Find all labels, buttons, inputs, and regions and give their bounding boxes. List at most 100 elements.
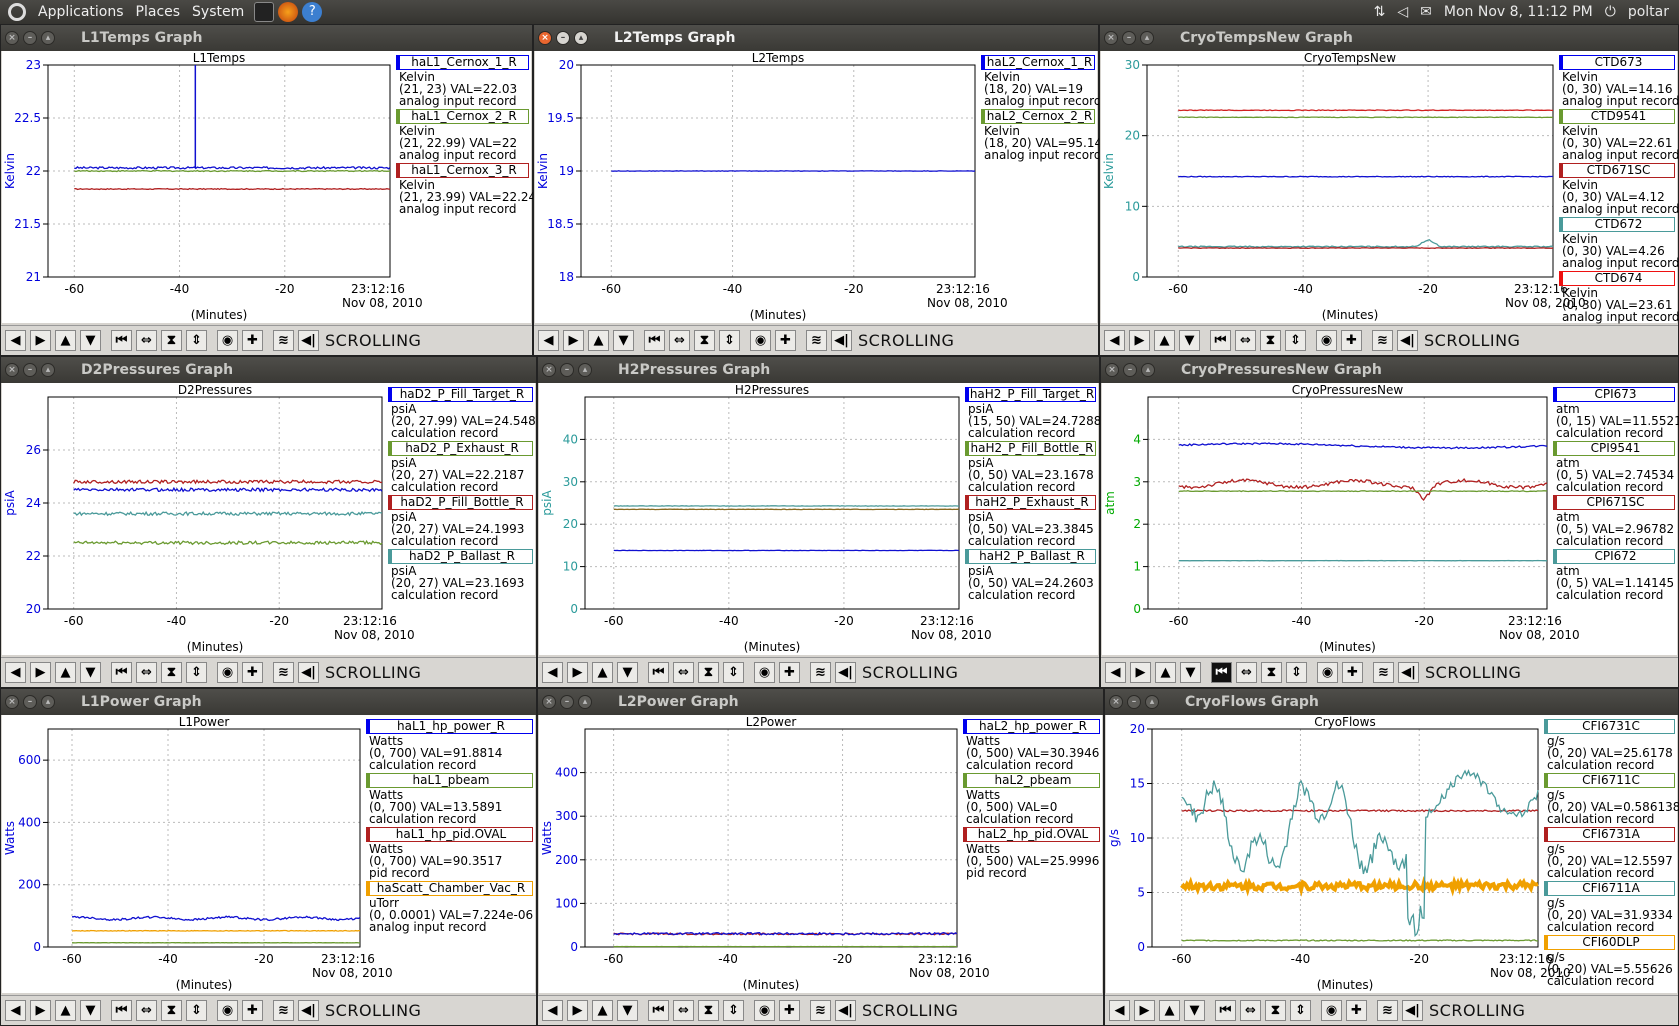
legend-entry[interactable]: CFI6731A g/s (0, 20) VAL=12.5597 calculatio… xyxy=(1544,827,1675,879)
legend-pv-name[interactable]: CFI6731A xyxy=(1544,827,1675,842)
window-titlebar[interactable]: × – ▴ L1Power Graph xyxy=(1,689,536,715)
pan-down-icon[interactable]: ▼ xyxy=(617,1000,638,1021)
wave-icon[interactable]: ≋ xyxy=(273,662,294,683)
wave-icon[interactable]: ≋ xyxy=(273,330,294,351)
maximize-icon[interactable]: ▴ xyxy=(574,31,588,45)
scrolling-mode-label[interactable]: SCROLLING xyxy=(1425,663,1521,682)
close-icon[interactable]: × xyxy=(542,695,556,709)
graph-window[interactable]: × – ▴ L1Power Graph -60 -40 -20 0 200 400 600 L… xyxy=(0,688,537,1026)
close-icon[interactable]: × xyxy=(1109,695,1123,709)
zoom-x-in-icon[interactable]: ⏮ xyxy=(111,662,132,683)
pan-up-icon[interactable]: ▲ xyxy=(588,330,609,351)
zoom-x-out-icon[interactable]: ⇔ xyxy=(136,1000,157,1021)
close-icon[interactable]: × xyxy=(5,363,19,377)
zoom-x-out-icon[interactable]: ⇔ xyxy=(1235,330,1256,351)
autoscale-icon[interactable]: ◉ xyxy=(217,330,238,351)
pan-right-icon[interactable]: ▶ xyxy=(563,330,584,351)
maximize-icon[interactable]: ▴ xyxy=(1141,363,1155,377)
pan-left-icon[interactable]: ◀ xyxy=(5,1000,26,1021)
zoom-y-out-icon[interactable]: ⇕ xyxy=(1290,1000,1311,1021)
legend-entry[interactable]: CPI672 atm (0, 5) VAL=1.14145 calculation r… xyxy=(1553,549,1675,601)
scrolling-mode-label[interactable]: SCROLLING xyxy=(862,663,958,682)
legend-pv-name[interactable]: haL2_hp_power_R xyxy=(963,719,1100,734)
help-icon[interactable]: ? xyxy=(302,2,323,22)
legend-pv-name[interactable]: haH2_P_Ballast_R xyxy=(965,549,1096,564)
zoom-y-in-icon[interactable]: ⧗ xyxy=(161,1000,182,1021)
legend-pv-name[interactable]: CTD9541 xyxy=(1559,109,1675,124)
zoom-x-out-icon[interactable]: ⇔ xyxy=(1240,1000,1261,1021)
minimize-icon[interactable]: – xyxy=(556,31,570,45)
pan-left-icon[interactable]: ◀ xyxy=(5,330,26,351)
pan-left-icon[interactable]: ◀ xyxy=(1104,330,1125,351)
zoom-y-out-icon[interactable]: ⇕ xyxy=(1285,330,1306,351)
wave-icon[interactable]: ≋ xyxy=(273,1000,294,1021)
scrolling-mode-label[interactable]: SCROLLING xyxy=(325,331,421,350)
minimize-icon[interactable]: – xyxy=(560,363,574,377)
legend-entry[interactable]: haL2_Cernox_2_R Kelvin (18, 20) VAL=95.14 a… xyxy=(981,109,1102,161)
pan-right-icon[interactable]: ▶ xyxy=(1130,662,1151,683)
autoscale-icon[interactable]: ◉ xyxy=(754,662,775,683)
wave-icon[interactable]: ≋ xyxy=(1373,662,1394,683)
menu-applications[interactable]: Applications xyxy=(32,4,130,20)
autoscale-icon[interactable]: ◉ xyxy=(1321,1000,1342,1021)
zoom-y-out-icon[interactable]: ⇕ xyxy=(723,1000,744,1021)
legend-entry[interactable]: CFI60DLP g/s (0, 20) VAL=5.55626 calculatio… xyxy=(1544,935,1675,987)
legend-entry[interactable]: haH2_P_Ballast_R psiA (0, 50) VAL=24.2603 c… xyxy=(965,549,1096,601)
zoom-x-in-icon[interactable]: ⏮ xyxy=(644,330,665,351)
legend-entry[interactable]: haD2_P_Exhaust_R psiA (20, 27) VAL=22.2187… xyxy=(388,441,533,493)
zoom-x-out-icon[interactable]: ⇔ xyxy=(136,662,157,683)
pan-up-icon[interactable]: ▲ xyxy=(1159,1000,1180,1021)
maximize-icon[interactable]: ▴ xyxy=(1145,695,1159,709)
minimize-icon[interactable]: – xyxy=(1127,695,1141,709)
legend-pv-name[interactable]: haL1_Cernox_2_R xyxy=(396,109,529,124)
close-icon[interactable]: × xyxy=(5,31,19,45)
add-pv-icon[interactable]: ✚ xyxy=(779,1000,800,1021)
pan-up-icon[interactable]: ▲ xyxy=(1154,330,1175,351)
mail-icon[interactable]: ✉ xyxy=(1420,4,1432,20)
legend-pv-name[interactable]: haL2_pbeam xyxy=(963,773,1100,788)
power-icon[interactable]: ⏻ xyxy=(1605,4,1616,20)
zoom-y-out-icon[interactable]: ⇕ xyxy=(719,330,740,351)
rewind-icon[interactable]: ◀| xyxy=(1398,662,1419,683)
legend-entry[interactable]: haL1_hp_power_R Watts (0, 700) VAL=91.8814… xyxy=(366,719,533,771)
zoom-y-in-icon[interactable]: ⧗ xyxy=(1265,1000,1286,1021)
zoom-x-in-icon[interactable]: ⏮ xyxy=(111,1000,132,1021)
close-icon[interactable]: × xyxy=(542,363,556,377)
legend-entry[interactable]: CFI6711A g/s (0, 20) VAL=31.9334 calculatio… xyxy=(1544,881,1675,933)
legend-pv-name[interactable]: haL1_hp_power_R xyxy=(366,719,533,734)
ubuntu-logo-icon[interactable] xyxy=(8,3,26,21)
graph-window[interactable]: × – ▴ L2Power Graph -60 -40 -20 0 100 200 300 4… xyxy=(537,688,1104,1026)
legend-pv-name[interactable]: haL1_Cernox_1_R xyxy=(396,55,529,70)
zoom-y-in-icon[interactable]: ⧗ xyxy=(694,330,715,351)
minimize-icon[interactable]: – xyxy=(23,31,37,45)
pan-up-icon[interactable]: ▲ xyxy=(1155,662,1176,683)
legend-entry[interactable]: haL1_hp_pid.OVAL Watts (0, 700) VAL=90.351… xyxy=(366,827,533,879)
legend-entry[interactable]: haH2_P_Fill_Target_R psiA (15, 50) VAL=24.… xyxy=(965,387,1101,439)
wave-icon[interactable]: ≋ xyxy=(1377,1000,1398,1021)
zoom-x-out-icon[interactable]: ⇔ xyxy=(669,330,690,351)
legend-pv-name[interactable]: CTD673 xyxy=(1559,55,1675,70)
zoom-x-out-icon[interactable]: ⇔ xyxy=(673,1000,694,1021)
window-titlebar[interactable]: × – ▴ L2Power Graph xyxy=(538,689,1103,715)
legend-entry[interactable]: haD2_P_Fill_Bottle_R psiA (20, 27) VAL=24.… xyxy=(388,495,533,547)
pan-right-icon[interactable]: ▶ xyxy=(567,1000,588,1021)
zoom-y-out-icon[interactable]: ⇕ xyxy=(186,662,207,683)
maximize-icon[interactable]: ▴ xyxy=(41,31,55,45)
legend-entry[interactable]: haL2_hp_pid.OVAL Watts (0, 500) VAL=25.999… xyxy=(963,827,1100,879)
legend-pv-name[interactable]: CFI6731C xyxy=(1544,719,1675,734)
zoom-x-in-icon[interactable]: ⏮ xyxy=(111,330,132,351)
pan-left-icon[interactable]: ◀ xyxy=(1105,662,1126,683)
pan-left-icon[interactable]: ◀ xyxy=(1109,1000,1130,1021)
window-titlebar[interactable]: × – ▴ CryoFlows Graph xyxy=(1105,689,1678,715)
maximize-icon[interactable]: ▴ xyxy=(578,695,592,709)
add-pv-icon[interactable]: ✚ xyxy=(1342,662,1363,683)
zoom-y-out-icon[interactable]: ⇕ xyxy=(723,662,744,683)
legend-entry[interactable]: CTD674 Kelvin (0, 30) VAL=23.61 analog inpu… xyxy=(1559,271,1679,323)
zoom-y-in-icon[interactable]: ⧗ xyxy=(161,330,182,351)
pan-down-icon[interactable]: ▼ xyxy=(1179,330,1200,351)
pan-right-icon[interactable]: ▶ xyxy=(30,662,51,683)
graph-window[interactable]: × – ▴ H2Pressures Graph -60 -40 -20 0 10 20 30… xyxy=(537,356,1101,688)
legend-pv-name[interactable]: CFI6711A xyxy=(1544,881,1675,896)
pan-up-icon[interactable]: ▲ xyxy=(55,662,76,683)
pan-right-icon[interactable]: ▶ xyxy=(1129,330,1150,351)
